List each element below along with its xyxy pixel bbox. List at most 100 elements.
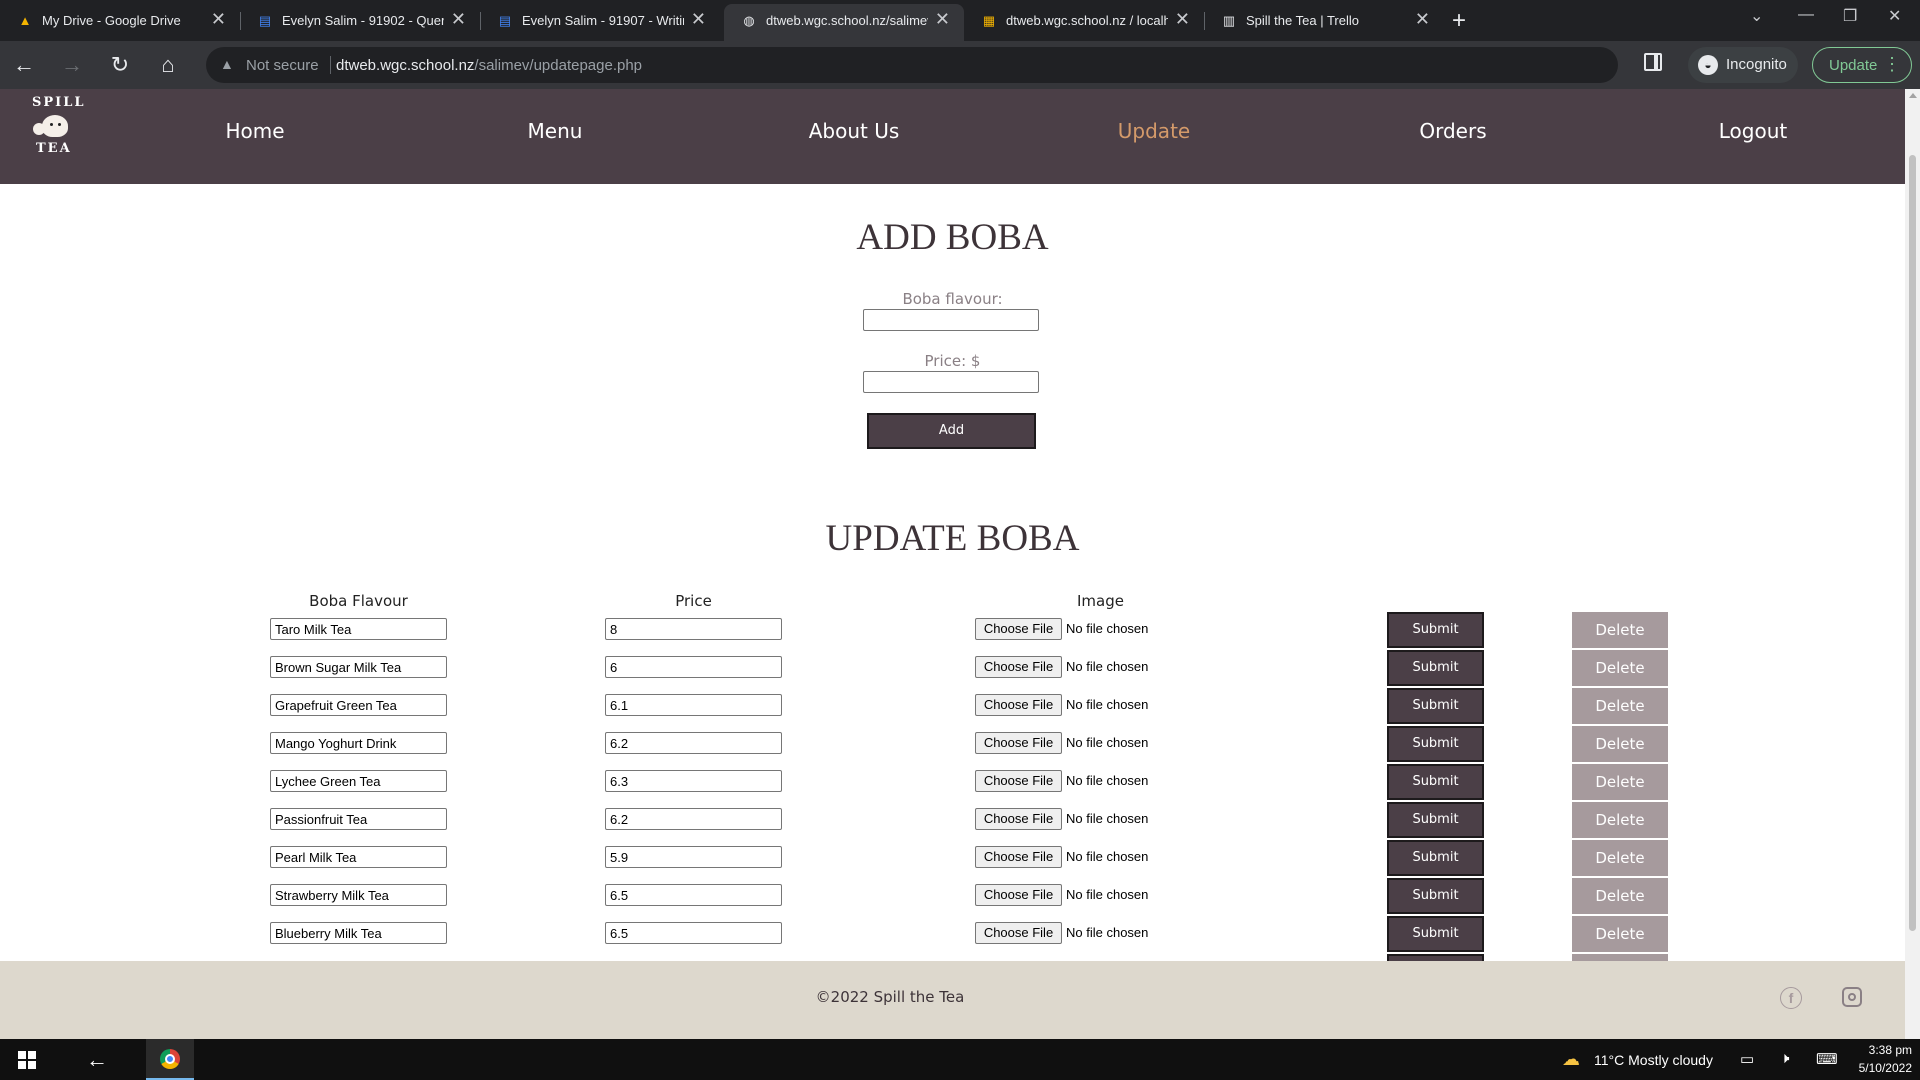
browser-update-button[interactable]: Update ⋮ xyxy=(1812,47,1912,83)
choose-file-button[interactable]: Choose File xyxy=(975,694,1062,716)
minimize-icon[interactable]: — xyxy=(1798,6,1814,24)
facebook-icon[interactable]: f xyxy=(1780,987,1802,1009)
browser-tab[interactable]: ▤ Evelyn Salim - 91902 - Queries ✕ xyxy=(240,0,480,41)
choose-file-button[interactable]: Choose File xyxy=(975,618,1062,640)
delete-button[interactable]: Delete xyxy=(1572,650,1668,686)
restore-icon[interactable]: ❐ xyxy=(1843,6,1857,26)
choose-file-button[interactable]: Choose File xyxy=(975,846,1062,868)
weather-text[interactable]: 11°C Mostly cloudy xyxy=(1594,1052,1713,1068)
submit-button[interactable]: Submit xyxy=(1387,650,1484,686)
flavour-input[interactable] xyxy=(270,618,447,640)
price-input[interactable] xyxy=(605,846,782,868)
close-icon[interactable]: ✕ xyxy=(1415,9,1430,30)
delete-button[interactable]: Delete xyxy=(1572,612,1668,648)
submit-button[interactable]: Submit xyxy=(1387,916,1484,952)
clock-date[interactable]: 5/10/2022 xyxy=(1846,1061,1912,1075)
side-panel-icon[interactable] xyxy=(1644,53,1662,71)
forward-icon[interactable]: → xyxy=(59,52,85,78)
close-icon[interactable]: ✕ xyxy=(935,9,950,30)
site-logo[interactable]: SPILL TEA xyxy=(22,93,86,159)
submit-button[interactable]: Submit xyxy=(1387,802,1484,838)
submit-button[interactable]: Submit xyxy=(1387,764,1484,800)
submit-button[interactable]: Submit xyxy=(1387,612,1484,648)
close-icon[interactable]: ✕ xyxy=(1175,9,1190,30)
price-input[interactable] xyxy=(605,808,782,830)
flavour-input[interactable] xyxy=(270,884,447,906)
delete-button[interactable]: Delete xyxy=(1572,688,1668,724)
choose-file-button[interactable]: Choose File xyxy=(975,770,1062,792)
price-input[interactable] xyxy=(605,694,782,716)
back-icon[interactable]: ← xyxy=(11,52,37,78)
delete-button[interactable]: Delete xyxy=(1572,764,1668,800)
close-window-icon[interactable]: ✕ xyxy=(1888,6,1901,26)
close-icon[interactable]: ✕ xyxy=(691,9,706,30)
price-input[interactable] xyxy=(605,732,782,754)
delete-button[interactable]: Delete xyxy=(1572,878,1668,914)
weather-icon[interactable]: ☁ xyxy=(1562,1049,1580,1070)
new-price-input[interactable] xyxy=(863,371,1039,393)
flavour-input[interactable] xyxy=(270,770,447,792)
choose-file-button[interactable]: Choose File xyxy=(975,884,1062,906)
new-flavour-input[interactable] xyxy=(863,309,1039,331)
tab-search-icon[interactable]: ⌄ xyxy=(1750,6,1763,26)
page-scrollbar[interactable] xyxy=(1905,89,1920,1039)
incognito-icon: ◒ xyxy=(1698,55,1718,75)
choose-file-button[interactable]: Choose File xyxy=(975,732,1062,754)
add-button[interactable]: Add xyxy=(867,413,1036,449)
choose-file-button[interactable]: Choose File xyxy=(975,922,1062,944)
scrollbar-thumb[interactable] xyxy=(1909,155,1916,931)
security-label[interactable]: Not secure xyxy=(246,57,319,74)
browser-tab[interactable]: ▤ Evelyn Salim - 91907 - Writing ✕ xyxy=(480,0,720,41)
address-bar[interactable]: ▲ Not secure dtweb.wgc.school.nz/salimev… xyxy=(206,47,1618,83)
flavour-input[interactable] xyxy=(270,922,447,944)
new-tab-icon[interactable]: + xyxy=(1452,7,1466,35)
browser-tab[interactable]: ▥ Spill the Tea | Trello ✕ xyxy=(1204,0,1444,41)
delete-button[interactable]: Delete xyxy=(1572,840,1668,876)
nav-home[interactable]: Home xyxy=(175,119,335,143)
delete-button[interactable]: Delete xyxy=(1572,916,1668,952)
delete-button[interactable]: Delete xyxy=(1572,802,1668,838)
home-icon[interactable]: ⌂ xyxy=(155,52,181,78)
browser-tab[interactable]: ▦ dtweb.wgc.school.nz / localhost ✕ xyxy=(964,0,1204,41)
url-text[interactable]: dtweb.wgc.school.nz/salimev/updatepage.p… xyxy=(336,57,642,74)
price-input[interactable] xyxy=(605,656,782,678)
display-icon[interactable]: ▭ xyxy=(1740,1050,1754,1068)
close-icon[interactable]: ✕ xyxy=(451,9,466,30)
volume-muted-icon[interactable]: 🕨 xyxy=(1780,1050,1789,1067)
flavour-input[interactable] xyxy=(270,808,447,830)
price-input[interactable] xyxy=(605,618,782,640)
browser-tab-active[interactable]: ◍ dtweb.wgc.school.nz/salimev/updatepage… xyxy=(724,4,964,41)
reload-icon[interactable]: ↻ xyxy=(107,52,133,78)
nav-menu[interactable]: Menu xyxy=(475,119,635,143)
windows-start-icon[interactable] xyxy=(18,1051,36,1069)
nav-update[interactable]: Update xyxy=(1074,119,1234,143)
submit-button[interactable]: Submit xyxy=(1387,878,1484,914)
clock-time[interactable]: 3:38 pm xyxy=(1856,1043,1912,1057)
price-input[interactable] xyxy=(605,884,782,906)
flavour-input[interactable] xyxy=(270,732,447,754)
scroll-up-arrow-icon[interactable] xyxy=(1909,93,1917,98)
delete-button[interactable]: Delete xyxy=(1572,726,1668,762)
nav-orders[interactable]: Orders xyxy=(1373,119,1533,143)
flavour-input[interactable] xyxy=(270,656,447,678)
price-input[interactable] xyxy=(605,922,782,944)
choose-file-button[interactable]: Choose File xyxy=(975,656,1062,678)
warning-icon[interactable]: ▲ xyxy=(220,56,234,72)
submit-button[interactable]: Submit xyxy=(1387,688,1484,724)
nav-logout[interactable]: Logout xyxy=(1673,119,1833,143)
price-input[interactable] xyxy=(605,770,782,792)
submit-button[interactable]: Submit xyxy=(1387,840,1484,876)
flavour-input[interactable] xyxy=(270,846,447,868)
taskbar-back-icon[interactable]: ← xyxy=(86,1047,108,1073)
taskbar-chrome-app[interactable] xyxy=(146,1039,194,1080)
browser-tab[interactable]: ▲ My Drive - Google Drive ✕ xyxy=(0,0,240,41)
submit-button[interactable]: Submit xyxy=(1387,726,1484,762)
instagram-icon[interactable] xyxy=(1842,987,1862,1007)
choose-file-button[interactable]: Choose File xyxy=(975,808,1062,830)
nav-about-us[interactable]: About Us xyxy=(774,119,934,143)
incognito-badge[interactable]: ◒ Incognito xyxy=(1688,47,1798,83)
no-file-label: No file chosen xyxy=(1066,849,1149,864)
keyboard-icon[interactable]: ⌨ xyxy=(1816,1050,1838,1068)
flavour-input[interactable] xyxy=(270,694,447,716)
close-icon[interactable]: ✕ xyxy=(211,9,226,30)
